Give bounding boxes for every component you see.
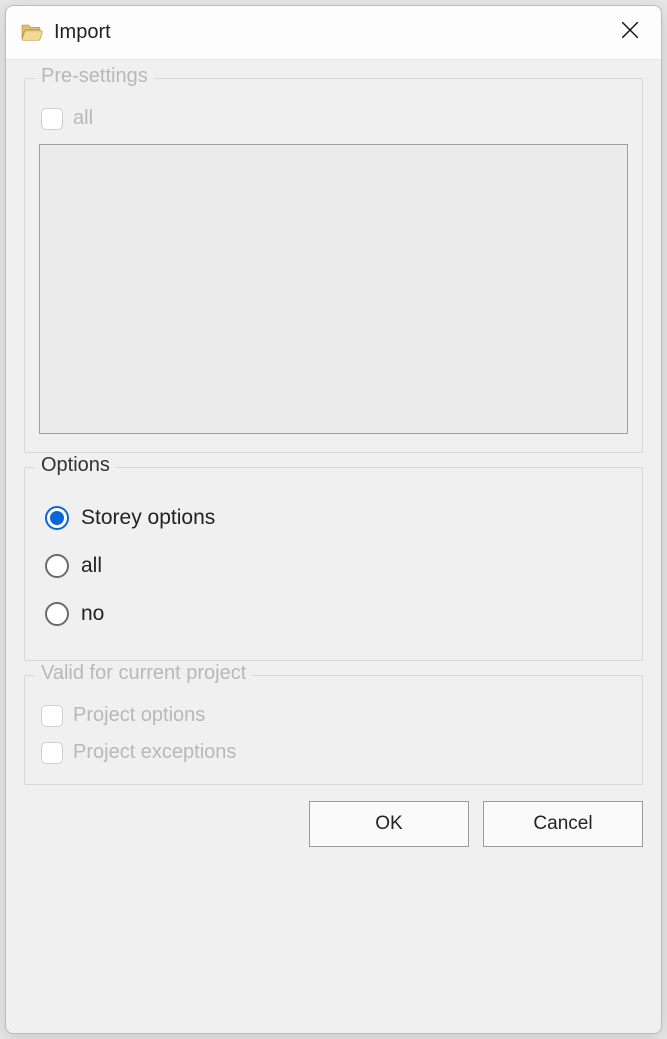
import-dialog: Import Pre-settings all Options bbox=[5, 5, 662, 1034]
valid-project-group: Valid for current project Project option… bbox=[24, 675, 643, 785]
radio-label: Storey options bbox=[81, 506, 215, 530]
radio-icon bbox=[45, 506, 69, 530]
presettings-group: Pre-settings all bbox=[24, 78, 643, 453]
dialog-buttons: OK Cancel bbox=[24, 801, 643, 847]
presettings-listbox bbox=[39, 144, 628, 434]
checkbox-icon bbox=[41, 108, 63, 130]
checkbox-label: Project options bbox=[73, 704, 205, 727]
titlebar: Import bbox=[6, 6, 661, 60]
checkbox-icon bbox=[41, 742, 63, 764]
ok-button[interactable]: OK bbox=[309, 801, 469, 847]
close-button[interactable] bbox=[607, 10, 653, 56]
radio-label: no bbox=[81, 602, 104, 626]
options-legend: Options bbox=[35, 454, 116, 477]
options-group: Options Storey options all no bbox=[24, 467, 643, 661]
option-no[interactable]: no bbox=[45, 602, 628, 626]
radio-label: all bbox=[81, 554, 102, 578]
checkbox-label: all bbox=[73, 107, 93, 130]
cancel-button[interactable]: Cancel bbox=[483, 801, 643, 847]
option-all[interactable]: all bbox=[45, 554, 628, 578]
radio-icon bbox=[45, 602, 69, 626]
dialog-body: Pre-settings all Options Storey options … bbox=[6, 60, 661, 1033]
option-storey[interactable]: Storey options bbox=[45, 506, 628, 530]
dialog-title: Import bbox=[54, 21, 607, 44]
valid-project-legend: Valid for current project bbox=[35, 662, 252, 685]
presettings-legend: Pre-settings bbox=[35, 65, 154, 88]
project-options-checkbox: Project options bbox=[41, 704, 628, 727]
checkbox-icon bbox=[41, 705, 63, 727]
checkbox-label: Project exceptions bbox=[73, 741, 236, 764]
close-icon bbox=[619, 19, 641, 46]
radio-icon bbox=[45, 554, 69, 578]
folder-open-icon bbox=[20, 21, 44, 45]
presettings-all-checkbox: all bbox=[41, 107, 628, 130]
project-exceptions-checkbox: Project exceptions bbox=[41, 741, 628, 764]
